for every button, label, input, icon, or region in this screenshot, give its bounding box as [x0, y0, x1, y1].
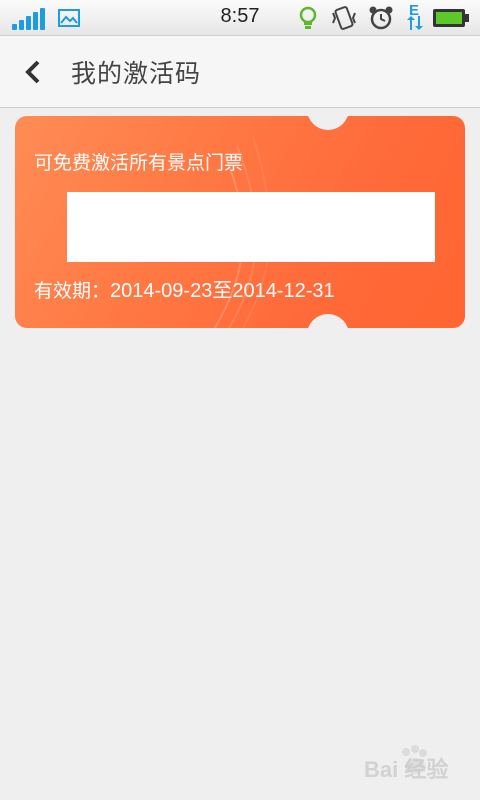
validity-value: 2014-09-23至2014-12-31 — [110, 280, 335, 302]
watermark-text: Bai 经验 — [364, 757, 449, 782]
ticket-description: 可免费激活所有景点门票 — [34, 152, 244, 174]
status-bar: 8:57 E — [0, 0, 480, 36]
page-title: 我的激活码 — [71, 59, 202, 88]
chevron-left-icon — [24, 60, 42, 84]
status-clock: 8:57 — [220, 5, 260, 27]
app-header: 我的激活码 — [0, 36, 480, 108]
data-icon: E — [404, 2, 426, 32]
bulb-icon — [298, 6, 318, 30]
alarm-icon — [368, 5, 394, 31]
battery-icon — [432, 8, 470, 28]
back-button[interactable] — [14, 50, 54, 94]
validity-period: 有效期：2014-09-23至2014-12-31 — [34, 274, 335, 303]
vibrate-icon — [330, 5, 358, 31]
gallery-icon — [58, 9, 80, 27]
signal-icon — [12, 8, 46, 30]
validity-label: 有效期： — [34, 280, 111, 302]
activation-code-box — [67, 192, 435, 262]
activation-ticket-card: 可免费激活所有景点门票 有效期：2014-09-23至2014-12-31 — [15, 116, 465, 328]
baidu-watermark: Bai 经验 — [360, 740, 470, 790]
